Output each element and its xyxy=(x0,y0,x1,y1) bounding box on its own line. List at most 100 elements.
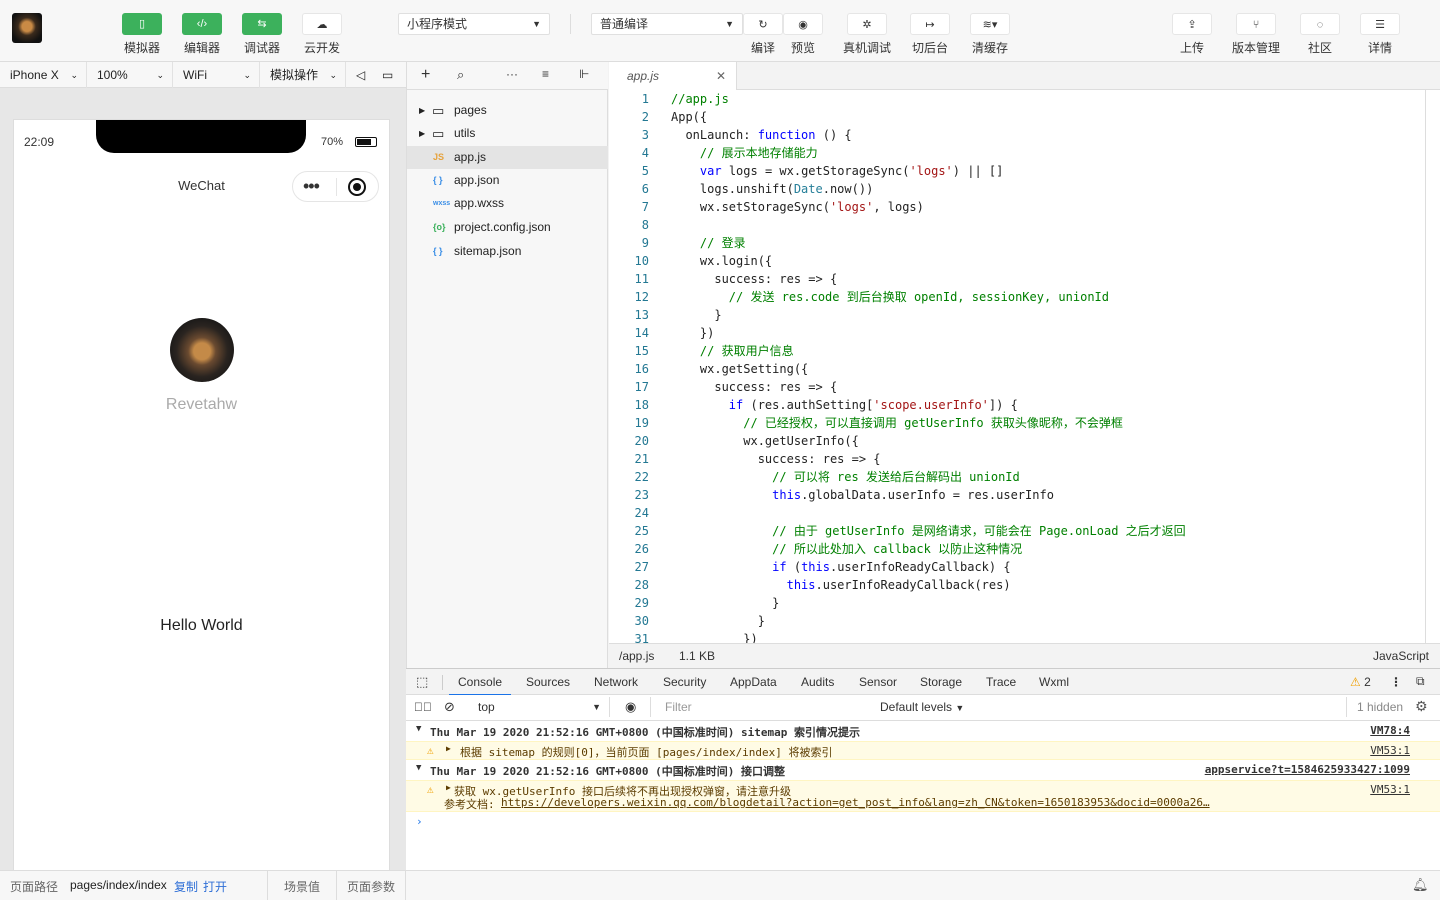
tab-network[interactable]: Network xyxy=(594,669,638,696)
version-button[interactable]: ⑂ 版本管理 xyxy=(1232,13,1280,55)
phone-screen: 22:09 70% WeChat ••• Revetahw Hello Worl… xyxy=(13,119,390,870)
line-number: 31 xyxy=(634,632,649,643)
line-number: 27 xyxy=(634,560,649,574)
user-avatar-icon[interactable] xyxy=(12,13,42,43)
console-group[interactable]: ▼ Thu Mar 19 2020 21:52:16 GMT+0800 (中国标… xyxy=(406,724,1440,740)
close-miniprogram-icon[interactable] xyxy=(348,178,366,196)
simulator-panel: 22:09 70% WeChat ••• Revetahw Hello Worl… xyxy=(0,88,406,870)
refresh-icon: ↻ xyxy=(743,13,783,35)
simulator-button[interactable]: ▯ 模拟器 xyxy=(122,13,162,55)
upload-button[interactable]: ⇪ 上传 xyxy=(1172,13,1212,55)
details-button[interactable]: ☰ 详情 xyxy=(1360,13,1400,55)
code-line: this.userInfoReadyCallback(res) xyxy=(786,578,1011,592)
warning-icon[interactable]: ⚠ 2 xyxy=(1350,675,1371,689)
tab-appdata[interactable]: AppData xyxy=(730,669,777,696)
copy-link[interactable]: 复制 xyxy=(174,878,198,895)
sidebar-toggle-icon[interactable]: ⊩ xyxy=(579,67,589,81)
compile-mode-select[interactable]: 普通编译 ▼ xyxy=(591,13,743,35)
code-line: // 发送 res.code 到后台换取 openId, sessionKey,… xyxy=(671,290,1110,304)
preview-button[interactable]: ◉ 预览 xyxy=(783,13,823,55)
code-line: } xyxy=(671,308,722,322)
clear-cache-button[interactable]: ≋▾ 清缓存 xyxy=(970,13,1010,55)
eye-icon[interactable]: ◉ xyxy=(625,699,636,715)
open-link[interactable]: 打开 xyxy=(203,878,227,895)
source-link[interactable]: VM78:4 xyxy=(1370,724,1410,737)
gear-icon[interactable]: ⚙ xyxy=(1415,698,1428,715)
console-warning: ⚠ ▶ 获取 wx.getUserInfo 接口后续将不再出现授权弹窗，请注意升… xyxy=(406,780,1440,812)
line-number: 17 xyxy=(634,380,649,394)
code-editor[interactable]: 1 2 3 4 5 6 7 8 9 10 11 12 13 14 15 16 17 18 19 20 21 22 23 24 2… xyxy=(609,90,1440,643)
zoom-select[interactable]: 100% ⌄ xyxy=(87,62,173,88)
tab-sensor[interactable]: Sensor xyxy=(859,669,897,696)
chevron-down-icon: ⌄ xyxy=(70,70,78,80)
sidebar-toggle-icon[interactable]: ▸⃞ xyxy=(414,700,432,714)
tree-file-app-wxss[interactable]: wxss app.wxss xyxy=(407,192,608,215)
tree-file-sitemap[interactable]: { } sitemap.json xyxy=(407,240,608,263)
source-link[interactable]: appservice?t=1584625933427:1099 xyxy=(1205,763,1410,776)
debugger-button[interactable]: ⇆ 调试器 xyxy=(242,13,282,55)
editor-button[interactable]: ‹/› 编辑器 xyxy=(182,13,222,55)
remote-debug-button[interactable]: ✲ 真机调试 xyxy=(843,13,891,55)
collapse-icon[interactable]: ≡ xyxy=(542,67,549,81)
tree-file-project-config[interactable]: {o} project.config.json xyxy=(407,216,608,239)
source-link[interactable]: VM53:1 xyxy=(1370,783,1410,796)
add-file-icon[interactable]: + xyxy=(421,66,430,84)
context-select[interactable]: top ▼ xyxy=(468,697,610,717)
kebab-menu-icon[interactable]: ⋮ xyxy=(1390,675,1402,689)
clear-console-icon[interactable]: ⊘ xyxy=(444,699,455,715)
more-dots-icon[interactable]: ••• xyxy=(303,177,320,195)
undock-icon[interactable]: ⧉ xyxy=(1416,674,1425,689)
more-icon[interactable]: ··· xyxy=(506,67,518,81)
tab-console[interactable]: Console xyxy=(449,669,512,696)
bug-icon: ✲ xyxy=(847,13,887,35)
line-number: 23 xyxy=(634,488,649,502)
caret-right-icon[interactable]: ▶ xyxy=(446,744,451,753)
community-button[interactable]: ◌ 社区 xyxy=(1300,13,1340,55)
tab-wxml[interactable]: Wxml xyxy=(1039,669,1069,696)
language-mode[interactable]: JavaScript xyxy=(1373,649,1429,663)
cloud-icon: ☁ xyxy=(302,13,342,35)
line-number: 30 xyxy=(634,614,649,628)
tree-file-app-json[interactable]: { } app.json xyxy=(407,169,608,192)
bell-icon[interactable]: 🔔︎ xyxy=(1412,877,1429,893)
line-number: 25 xyxy=(634,524,649,538)
tab-security[interactable]: Security xyxy=(663,669,706,696)
filter-input[interactable]: Filter xyxy=(650,697,864,717)
scene-value[interactable]: 场景值 xyxy=(284,878,320,895)
console-prompt[interactable]: › xyxy=(406,815,1440,831)
tab-audits[interactable]: Audits xyxy=(801,669,834,696)
tab-storage[interactable]: Storage xyxy=(920,669,962,696)
background-button[interactable]: ↦ 切后台 xyxy=(910,13,950,55)
code-content[interactable]: //app.js App({ onLaunch: function () { //… xyxy=(671,90,1186,643)
doc-link[interactable]: https://developers.weixin.qq.com/blogdet… xyxy=(501,796,1210,809)
code-line: wx.setStorageSync('logs', logs) xyxy=(671,200,924,214)
search-icon[interactable]: ⌕ xyxy=(457,67,464,83)
detach-window-icon[interactable]: ▭ xyxy=(376,62,406,88)
close-icon[interactable]: ✕ xyxy=(716,62,726,90)
sound-icon[interactable]: ◁ xyxy=(346,62,376,88)
cloud-button[interactable]: ☁ 云开发 xyxy=(302,13,342,55)
source-link[interactable]: VM53:1 xyxy=(1370,744,1410,757)
tab-sources[interactable]: Sources xyxy=(526,669,570,696)
caret-right-icon[interactable]: ▶ xyxy=(446,783,451,792)
user-avatar[interactable] xyxy=(170,318,234,382)
console-group[interactable]: ▼ Thu Mar 19 2020 21:52:16 GMT+0800 (中国标… xyxy=(406,763,1440,779)
hidden-count: 1 hidden xyxy=(1357,700,1404,714)
tree-file-app-js[interactable]: JS app.js xyxy=(407,146,608,169)
tab-app-js[interactable]: app.js ✕ xyxy=(609,62,737,90)
code-line: App({ xyxy=(671,110,708,124)
device-select[interactable]: iPhone X ⌄ xyxy=(0,62,87,88)
network-select[interactable]: WiFi ⌄ xyxy=(173,62,260,88)
editor-scrollbar[interactable] xyxy=(1425,90,1426,643)
tab-trace[interactable]: Trace xyxy=(986,669,1016,696)
mode-select[interactable]: 小程序模式 ▼ xyxy=(398,13,550,35)
page-params[interactable]: 页面参数 xyxy=(347,878,395,895)
tree-folder-pages[interactable]: ▶ ▭ pages xyxy=(407,99,608,122)
levels-select[interactable]: Default levels ▼ xyxy=(880,697,964,717)
inspect-icon[interactable]: ⬚ xyxy=(416,674,428,690)
console-warning: ⚠ ▶ 根据 sitemap 的规则[0]，当前页面 [pages/index/… xyxy=(406,741,1440,760)
tree-folder-utils[interactable]: ▶ ▭ utils xyxy=(407,122,608,145)
sim-ops-select[interactable]: 模拟操作 ⌄ xyxy=(260,62,346,88)
code-line: wx.login({ xyxy=(671,254,773,268)
